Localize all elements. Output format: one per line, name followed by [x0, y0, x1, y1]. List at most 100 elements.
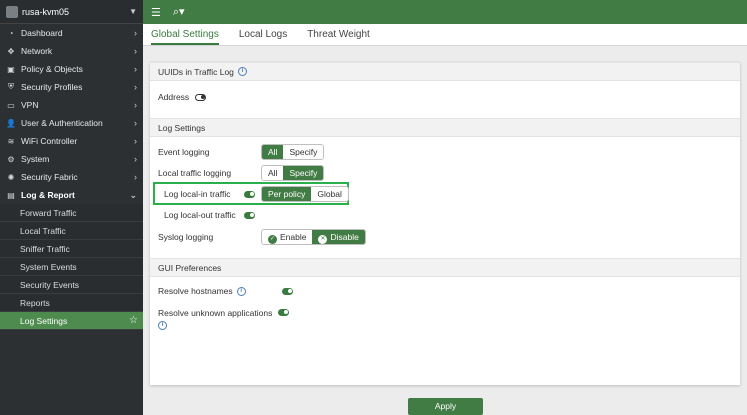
apply-button[interactable]: Apply	[408, 398, 483, 415]
event-logging-selector: All Specify	[261, 144, 325, 160]
syslog-disable-option[interactable]: Disable	[312, 230, 365, 244]
sidebar-item-label: Security Profiles	[21, 82, 83, 92]
log-local-out-row: Log local-out traffic	[164, 210, 255, 220]
sidebar-subitem-reports[interactable]: Reports	[0, 294, 143, 312]
log-local-in-label: Log local-in traffic	[164, 189, 231, 199]
sidebar-subitem-system-events[interactable]: System Events	[0, 258, 143, 276]
user-icon: 👤	[6, 118, 16, 128]
event-logging-specify-option[interactable]: Specify	[283, 145, 324, 159]
network-icon: ✥	[7, 46, 15, 56]
address-toggle[interactable]	[195, 93, 207, 101]
sidebar-nav: ◔ Dashboard › ✥ Network › ▣ Policy & Obj…	[0, 24, 143, 330]
menu-icon[interactable]: ☰	[151, 6, 161, 19]
sidebar-item-label: Security Fabric	[21, 172, 78, 182]
sidebar-subitem-log-settings[interactable]: Log Settings ☆	[0, 312, 143, 330]
section-gui-preferences: GUI Preferences	[150, 258, 740, 277]
resolve-hostnames-row: Resolve hostnames i	[158, 286, 293, 296]
tab-bar: Global Settings Local Logs Threat Weight	[143, 24, 747, 46]
section-title: UUIDs in Traffic Log	[158, 66, 234, 77]
event-logging-label: Event logging	[158, 147, 210, 157]
vpn-icon: ▭	[7, 100, 15, 110]
policy-icon: ▣	[7, 64, 15, 74]
shield-icon: ⛨	[8, 82, 14, 91]
log-local-in-row: Log local-in traffic Per policy Global	[164, 186, 349, 202]
chevron-right-icon: ›	[134, 28, 137, 38]
info-icon[interactable]: i	[237, 67, 247, 76]
sidebar: rusa-kvm05 ▼ ◔ Dashboard › ✥ Network › ▣…	[0, 0, 143, 415]
section-title: GUI Preferences	[158, 262, 222, 273]
section-log-settings: Log Settings	[150, 118, 740, 137]
local-traffic-logging-row: Local traffic logging All Specify	[158, 165, 325, 181]
star-icon[interactable]: ☆	[129, 315, 138, 326]
sidebar-item-system[interactable]: ⚙ System ›	[0, 150, 143, 168]
top-bar: ☰ ⌕▾	[143, 0, 747, 24]
sidebar-subitem-local-traffic[interactable]: Local Traffic	[0, 222, 143, 240]
sidebar-item-user-authentication[interactable]: 👤 User & Authentication ›	[0, 114, 143, 132]
info-icon[interactable]: i	[236, 286, 246, 296]
local-traffic-all-option[interactable]: All	[262, 166, 284, 180]
log-local-out-toggle[interactable]	[244, 211, 255, 219]
chevron-right-icon: ›	[134, 82, 137, 92]
resolve-unknown-apps-row: Resolve unknown applications i	[158, 308, 290, 330]
log-local-in-selector: Per policy Global	[261, 186, 349, 202]
log-local-out-label: Log local-out traffic	[164, 210, 236, 220]
syslog-logging-label: Syslog logging	[158, 232, 214, 242]
settings-panel: UUIDs in Traffic Log i Address Log Setti…	[150, 62, 740, 385]
sidebar-item-policy-objects[interactable]: ▣ Policy & Objects ›	[0, 60, 143, 78]
device-name: rusa-kvm05	[22, 6, 70, 17]
address-label: Address	[158, 92, 190, 102]
event-logging-all-option[interactable]: All	[262, 145, 284, 159]
sidebar-subitem-sniffer-traffic[interactable]: Sniffer Traffic	[0, 240, 143, 258]
sidebar-item-label: WiFi Controller	[21, 136, 78, 146]
chevron-right-icon: ›	[134, 136, 137, 146]
local-traffic-specify-option[interactable]: Specify	[283, 166, 324, 180]
syslog-logging-selector: Enable Disable	[261, 229, 366, 245]
dashboard-icon: ◔	[8, 28, 14, 38]
tab-threat-weight[interactable]: Threat Weight	[307, 29, 380, 45]
fabric-icon: ✺	[7, 172, 15, 182]
tab-local-logs[interactable]: Local Logs	[239, 29, 297, 45]
chevron-right-icon: ›	[134, 46, 137, 56]
section-uuids: UUIDs in Traffic Log i	[150, 62, 740, 81]
sidebar-item-label: System	[21, 154, 50, 164]
tab-global-settings[interactable]: Global Settings	[151, 29, 229, 45]
resolve-hostnames-toggle[interactable]	[281, 287, 293, 295]
sidebar-item-dashboard[interactable]: ◔ Dashboard ›	[0, 24, 143, 42]
sidebar-item-vpn[interactable]: ▭ VPN ›	[0, 96, 143, 114]
log-local-in-per-policy-option[interactable]: Per policy	[262, 187, 312, 201]
resolve-unknown-apps-label-group: Resolve unknown applications i	[158, 308, 272, 330]
section-title: Log Settings	[158, 122, 206, 133]
resolve-unknown-apps-label: Resolve unknown applications	[158, 308, 273, 318]
chevron-down-icon: ⌄	[129, 189, 137, 200]
sidebar-item-label: Log & Report	[21, 190, 75, 200]
sidebar-item-security-profiles[interactable]: ⛨ Security Profiles ›	[0, 78, 143, 96]
syslog-enable-option[interactable]: Enable	[262, 230, 313, 244]
sidebar-item-label: User & Authentication	[21, 118, 103, 128]
local-traffic-logging-selector: All Specify	[261, 165, 325, 181]
sidebar-subitem-security-events[interactable]: Security Events	[0, 276, 143, 294]
sidebar-item-network[interactable]: ✥ Network ›	[0, 42, 143, 60]
chevron-right-icon: ›	[134, 64, 137, 74]
resolve-unknown-apps-toggle[interactable]	[278, 309, 290, 316]
sidebar-item-label: Policy & Objects	[21, 64, 83, 74]
gear-icon: ⚙	[7, 154, 15, 164]
search-icon[interactable]: ⌕▾	[173, 5, 185, 19]
sidebar-subitem-label: Log Settings	[20, 315, 68, 326]
log-local-in-toggle[interactable]	[244, 190, 255, 198]
info-icon[interactable]: i	[158, 321, 167, 330]
resolve-hostnames-label: Resolve hostnames	[158, 286, 233, 296]
local-traffic-logging-label: Local traffic logging	[158, 168, 232, 178]
caret-down-icon: ▼	[129, 7, 137, 16]
wifi-icon: ≋	[7, 136, 15, 146]
sidebar-item-label: VPN	[21, 100, 39, 110]
sidebar-item-log-report[interactable]: ▤ Log & Report ⌄	[0, 186, 143, 204]
chevron-right-icon: ›	[134, 100, 137, 110]
sidebar-item-wifi-controller[interactable]: ≋ WiFi Controller ›	[0, 132, 143, 150]
syslog-logging-row: Syslog logging Enable Disable	[158, 229, 366, 245]
device-selector[interactable]: rusa-kvm05 ▼	[0, 0, 143, 24]
sidebar-subitem-forward-traffic[interactable]: Forward Traffic	[0, 204, 143, 222]
log-local-in-global-option[interactable]: Global	[311, 187, 348, 201]
chevron-right-icon: ›	[134, 118, 137, 128]
sidebar-item-security-fabric[interactable]: ✺ Security Fabric ›	[0, 168, 143, 186]
device-logo-icon	[6, 5, 18, 18]
